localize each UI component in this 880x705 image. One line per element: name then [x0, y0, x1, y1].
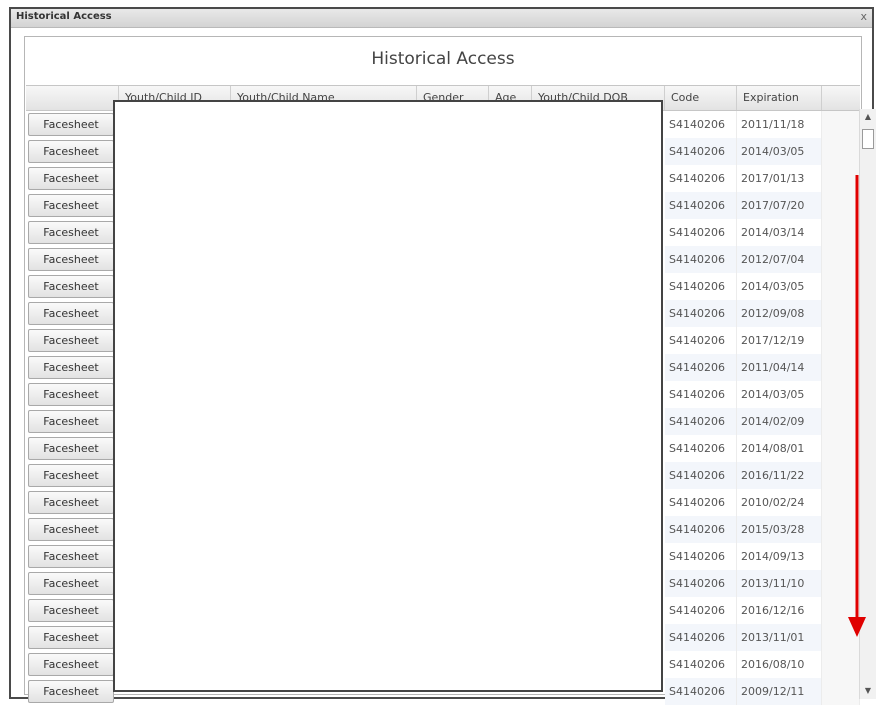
code-cell: S4140206 [665, 138, 737, 165]
expiration-cell: 2010/02/24 [737, 489, 822, 516]
row-spacer [822, 138, 860, 165]
facesheet-button[interactable]: Facesheet [28, 167, 114, 190]
expiration-cell: 2017/07/20 [737, 192, 822, 219]
window-title: Historical Access [16, 11, 112, 22]
code-cell: S4140206 [665, 651, 737, 678]
expiration-cell: 2017/01/13 [737, 165, 822, 192]
facesheet-button[interactable]: Facesheet [28, 194, 114, 217]
code-cell: S4140206 [665, 624, 737, 651]
facesheet-button[interactable]: Facesheet [28, 653, 114, 676]
expiration-cell: 2012/07/04 [737, 246, 822, 273]
expiration-cell: 2014/03/05 [737, 138, 822, 165]
redaction-box [113, 100, 663, 692]
header-code[interactable]: Code [665, 86, 737, 110]
expiration-cell: 2014/03/05 [737, 273, 822, 300]
facesheet-button[interactable]: Facesheet [28, 572, 114, 595]
code-cell: S4140206 [665, 489, 737, 516]
down-arrow-icon [848, 175, 866, 637]
code-cell: S4140206 [665, 435, 737, 462]
expiration-cell: 2013/11/10 [737, 570, 822, 597]
facesheet-button[interactable]: Facesheet [28, 113, 114, 136]
expiration-cell: 2016/08/10 [737, 651, 822, 678]
scroll-up-icon[interactable]: ▲ [860, 109, 876, 125]
expiration-cell: 2014/03/14 [737, 219, 822, 246]
code-cell: S4140206 [665, 678, 737, 705]
code-cell: S4140206 [665, 543, 737, 570]
code-cell: S4140206 [665, 300, 737, 327]
facesheet-button[interactable]: Facesheet [28, 680, 114, 703]
scroll-thumb[interactable] [862, 129, 874, 149]
code-cell: S4140206 [665, 165, 737, 192]
header-expiration[interactable]: Expiration [737, 86, 822, 110]
facesheet-button[interactable]: Facesheet [28, 302, 114, 325]
facesheet-button[interactable]: Facesheet [28, 275, 114, 298]
facesheet-button[interactable]: Facesheet [28, 248, 114, 271]
code-cell: S4140206 [665, 462, 737, 489]
expiration-cell: 2016/12/16 [737, 597, 822, 624]
arrow-head [848, 617, 866, 637]
code-cell: S4140206 [665, 327, 737, 354]
code-cell: S4140206 [665, 354, 737, 381]
expiration-cell: 2013/11/01 [737, 624, 822, 651]
code-cell: S4140206 [665, 192, 737, 219]
facesheet-button[interactable]: Facesheet [28, 140, 114, 163]
code-cell: S4140206 [665, 570, 737, 597]
code-cell: S4140206 [665, 273, 737, 300]
facesheet-button[interactable]: Facesheet [28, 464, 114, 487]
expiration-cell: 2011/04/14 [737, 354, 822, 381]
facesheet-button[interactable]: Facesheet [28, 545, 114, 568]
row-spacer [822, 651, 860, 678]
header-spacer [822, 86, 860, 110]
header-action [26, 86, 119, 110]
facesheet-button[interactable]: Facesheet [28, 491, 114, 514]
facesheet-button[interactable]: Facesheet [28, 437, 114, 460]
facesheet-button[interactable]: Facesheet [28, 626, 114, 649]
title-bar: Historical Access x [11, 9, 872, 28]
facesheet-button[interactable]: Facesheet [28, 410, 114, 433]
expiration-cell: 2014/02/09 [737, 408, 822, 435]
expiration-cell: 2014/03/05 [737, 381, 822, 408]
code-cell: S4140206 [665, 381, 737, 408]
code-cell: S4140206 [665, 408, 737, 435]
expiration-cell: 2016/11/22 [737, 462, 822, 489]
code-cell: S4140206 [665, 111, 737, 138]
expiration-cell: 2011/11/18 [737, 111, 822, 138]
expiration-cell: 2014/08/01 [737, 435, 822, 462]
expiration-cell: 2015/03/28 [737, 516, 822, 543]
facesheet-button[interactable]: Facesheet [28, 221, 114, 244]
expiration-cell: 2009/12/11 [737, 678, 822, 705]
code-cell: S4140206 [665, 516, 737, 543]
grid-caption: Historical Access [371, 49, 515, 69]
close-icon[interactable]: x [860, 10, 867, 23]
expiration-cell: 2012/09/08 [737, 300, 822, 327]
code-cell: S4140206 [665, 597, 737, 624]
facesheet-button[interactable]: Facesheet [28, 356, 114, 379]
expiration-cell: 2017/12/19 [737, 327, 822, 354]
facesheet-button[interactable]: Facesheet [28, 383, 114, 406]
code-cell: S4140206 [665, 219, 737, 246]
row-spacer [822, 678, 860, 705]
facesheet-button[interactable]: Facesheet [28, 329, 114, 352]
row-spacer [822, 111, 860, 138]
facesheet-button[interactable]: Facesheet [28, 599, 114, 622]
facesheet-button[interactable]: Facesheet [28, 518, 114, 541]
code-cell: S4140206 [665, 246, 737, 273]
scroll-down-icon[interactable]: ▼ [860, 683, 876, 699]
expiration-cell: 2014/09/13 [737, 543, 822, 570]
